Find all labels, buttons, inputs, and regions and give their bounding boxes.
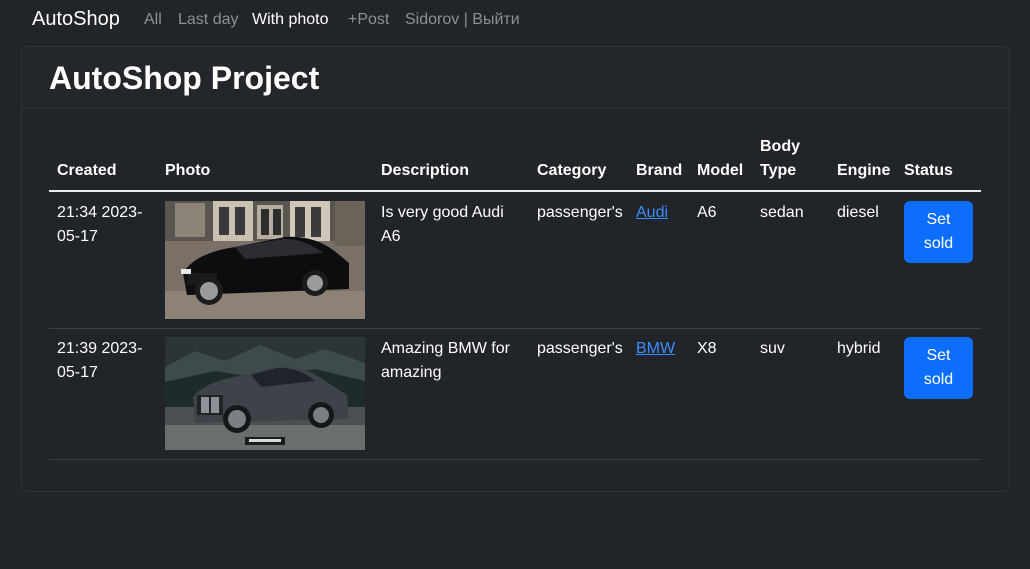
nav-link-post[interactable]: +Post [348,11,389,29]
body-type-cell: sedan [760,204,804,221]
category-cell: passenger's [537,204,623,221]
car-photo-audi[interactable] [165,201,365,319]
nav-link-last-day[interactable]: Last day [178,11,238,29]
description-line1: Is very good Audi [381,204,504,221]
engine-cell: diesel [837,204,879,221]
nav-link-with-photo[interactable]: With photo [252,11,328,29]
header-model: Model [697,162,744,179]
created-date-line1: 21:39 2023- [57,340,143,357]
card-header: AutoShop Project [22,47,1009,109]
header-description: Description [381,162,470,179]
header-divider [49,190,981,192]
header-category: Category [537,162,607,179]
created-date-line2: 05-17 [57,364,98,381]
row-divider [49,328,981,329]
set-sold-button[interactable]: Set sold [904,337,973,399]
set-sold-label-line1: Set [926,211,951,228]
body-type-cell: suv [760,340,785,357]
navbar: AutoShop All Last day With photo +Post S… [0,0,1030,40]
set-sold-label-line1: Set [926,347,951,364]
header-body-type-line2: Type [760,162,797,179]
navbar-brand[interactable]: AutoShop [32,8,120,31]
brand-link-audi[interactable]: Audi [636,201,668,225]
model-cell: A6 [697,204,717,221]
brand-link-bmw[interactable]: BMW [636,337,675,361]
car-photo-bmw[interactable] [165,337,365,450]
set-sold-button[interactable]: Set sold [904,201,973,263]
engine-cell: hybrid [837,340,881,357]
model-cell: X8 [697,340,717,357]
set-sold-label-line2: sold [923,371,954,388]
page-title: AutoShop Project [49,60,320,96]
description-line1: Amazing BMW for [381,340,510,357]
description-line2: A6 [381,228,401,245]
created-date-line2: 05-17 [57,228,98,245]
header-body-type-line1: Body [760,138,800,155]
category-cell: passenger's [537,340,623,357]
header-photo: Photo [165,162,211,179]
row-divider [49,459,981,460]
set-sold-label-line2: sold [923,235,954,252]
nav-link-all[interactable]: All [144,11,162,29]
header-created: Created [57,162,117,179]
header-brand: Brand [636,162,683,179]
description-line2: amazing [381,364,442,381]
header-engine: Engine [837,162,891,179]
created-date-line1: 21:34 2023- [57,204,143,221]
nav-link-user-logout[interactable]: Sidorov | Выйти [405,11,520,29]
header-status: Status [904,162,953,179]
